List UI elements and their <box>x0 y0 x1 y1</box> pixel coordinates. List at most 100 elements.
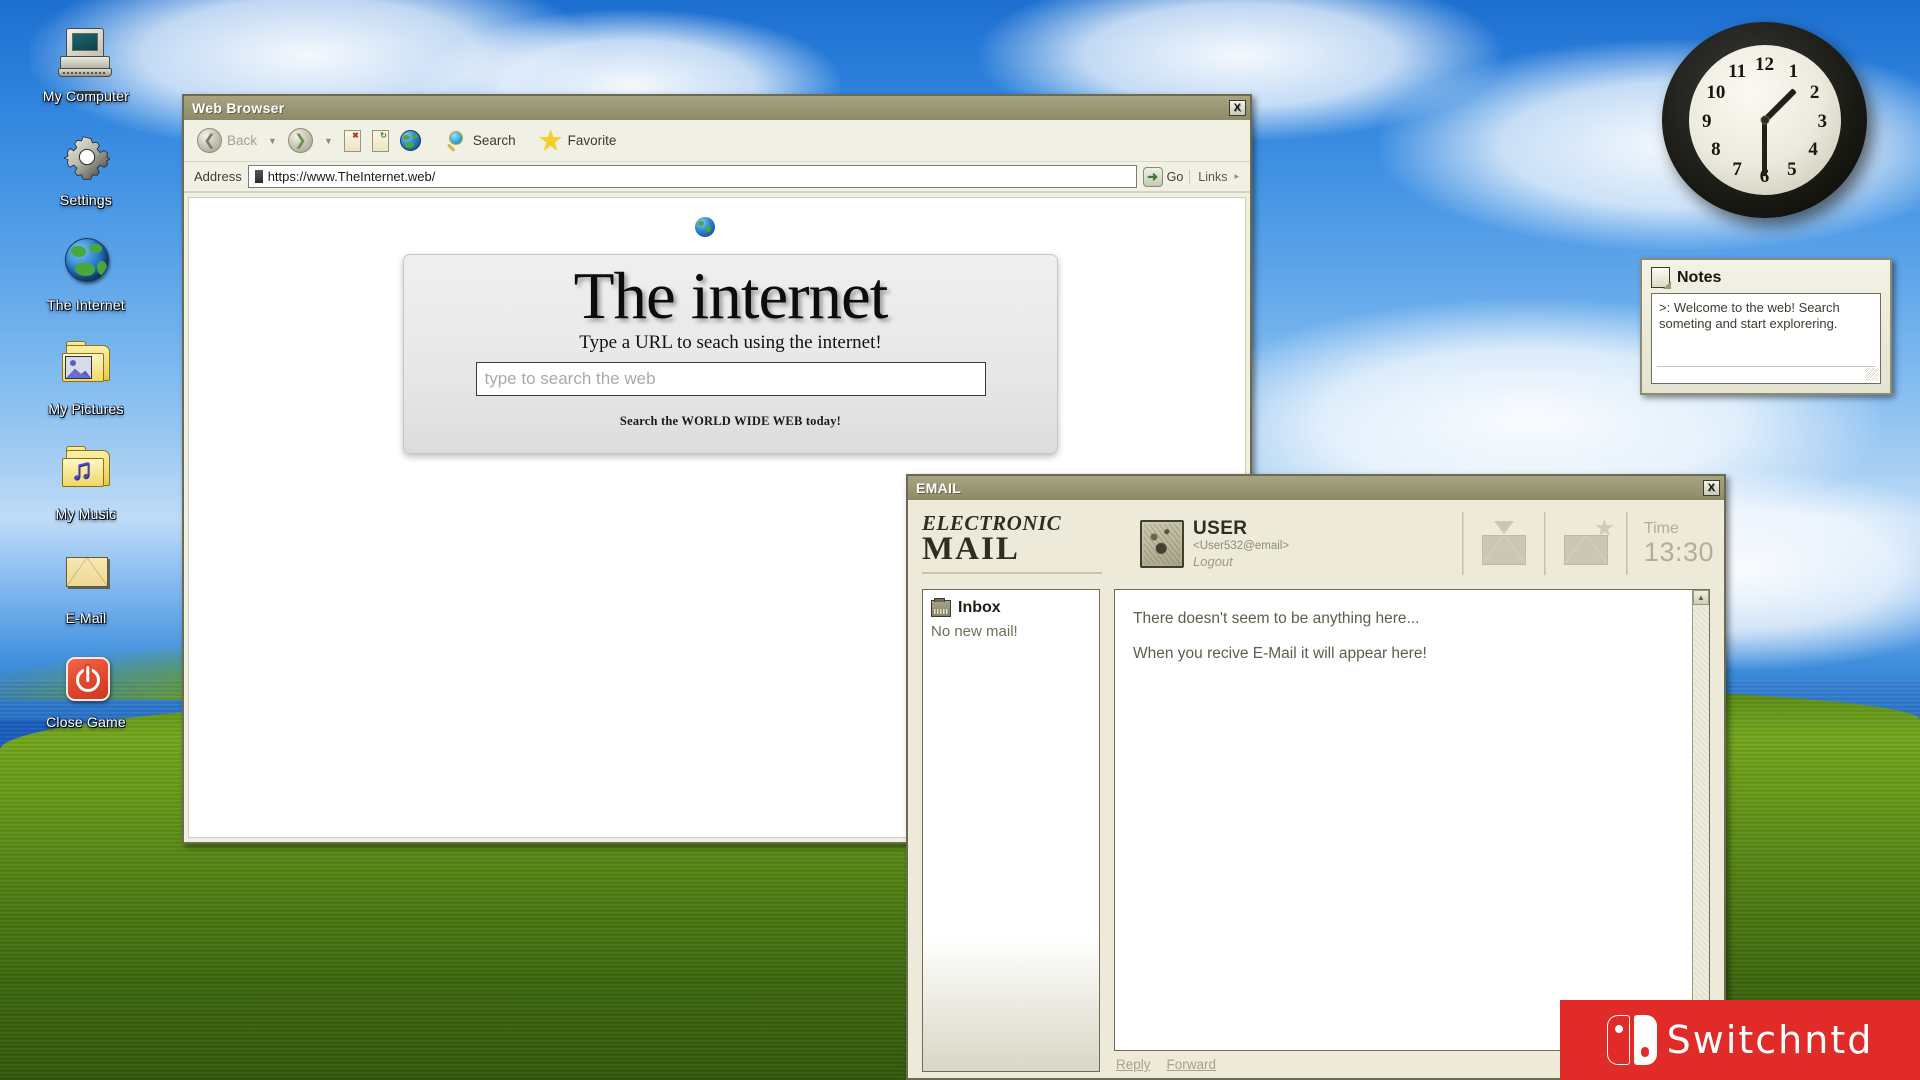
browser-titlebar[interactable]: Web Browser X <box>184 96 1250 120</box>
clock-number: 9 <box>1701 110 1712 132</box>
clock-number: 4 <box>1808 139 1818 160</box>
page-favicon-icon <box>254 170 263 183</box>
notes-textarea[interactable]: >: Welcome to the web! Search someting a… <box>1651 293 1881 384</box>
clock-number: 11 <box>1728 61 1747 82</box>
notes-widget[interactable]: Notes >: Welcome to the web! Search some… <box>1640 258 1892 395</box>
gear-icon <box>57 130 115 188</box>
email-brand: ELECTRONIC MAIL <box>922 506 1102 581</box>
email-reader: There doesn't seem to be anything here..… <box>1114 589 1710 1051</box>
computer-icon <box>57 26 115 94</box>
clock-face: 12 1 2 3 4 5 6 7 8 9 10 11 <box>1662 22 1867 218</box>
desktop-icon-label: My Music <box>55 505 117 522</box>
clock-number: 7 <box>1732 158 1742 180</box>
email-window[interactable]: EMAIL X ELECTRONIC MAIL USER <User532@em… <box>906 474 1726 1080</box>
address-input[interactable]: https://www.TheInternet.web/ <box>247 165 1137 188</box>
desktop-icon-label: Settings <box>59 192 113 209</box>
internet-subtitle: Type a URL to seach using the internet! <box>579 332 882 353</box>
internet-logo-the: The <box>573 259 676 333</box>
desktop-icon-my-computer[interactable]: My Computer <box>26 26 146 104</box>
scroll-up-icon[interactable]: ▲ <box>1693 590 1709 605</box>
inbox-header: Inbox <box>931 597 1091 617</box>
favorite-label: Favorite <box>567 133 617 148</box>
envelope-icon <box>1481 534 1526 565</box>
reader-line-1: There doesn't seem to be anything here..… <box>1133 610 1420 627</box>
email-brand-line2: MAIL <box>922 531 1020 568</box>
desktop-icon-the-internet[interactable]: The Internet <box>26 235 146 313</box>
home-button[interactable] <box>397 128 424 153</box>
time-label: Time <box>1643 519 1679 537</box>
address-value: https://www.TheInternet.web/ <box>267 169 436 184</box>
search-icon <box>446 130 468 152</box>
forward-button[interactable]: Forward <box>1167 1057 1217 1072</box>
receive-mail-button[interactable] <box>1478 520 1530 567</box>
notes-rule <box>1657 366 1875 367</box>
compose-mail-button[interactable] <box>1560 518 1614 567</box>
stop-page-icon: ✖ <box>343 129 361 152</box>
email-brand-rule <box>922 572 1102 574</box>
forward-arrow-icon: ❯ <box>287 128 313 153</box>
switch-logo-icon <box>1606 1015 1657 1065</box>
time-value: 13:30 <box>1643 536 1714 567</box>
logo-globe-icon <box>694 217 715 237</box>
inbox-title: Inbox <box>958 599 1001 616</box>
search-button[interactable]: Search <box>443 128 519 154</box>
internet-search-card: The internet Type a URL to seach using t… <box>403 217 1058 454</box>
clock-number: 8 <box>1711 139 1721 160</box>
desktop-icon-label: E-Mail <box>65 609 107 626</box>
forward-history-chevron-down-icon[interactable]: ▼ <box>324 136 333 146</box>
divider <box>1543 512 1546 575</box>
scrollbar-track[interactable] <box>1693 605 1709 1035</box>
email-reader-text: There doesn't seem to be anything here..… <box>1115 590 1692 1050</box>
email-time-block: Time 13:30 <box>1642 519 1714 567</box>
email-titlebar[interactable]: EMAIL X <box>908 476 1724 500</box>
clock-center-pin <box>1760 115 1769 125</box>
reader-line-2: When you recive E-Mail it will appear he… <box>1133 645 1427 662</box>
notes-title: Notes <box>1677 268 1722 286</box>
clock-minute-hand <box>1762 120 1767 176</box>
reply-button[interactable]: Reply <box>1116 1057 1151 1072</box>
go-arrow-icon: ➜ <box>1142 166 1163 187</box>
desktop-icon-my-music[interactable]: ♫ My Music <box>26 444 146 522</box>
links-button[interactable]: Links ▸ <box>1189 169 1242 184</box>
web-search-placeholder: type to search the web <box>484 369 656 388</box>
email-action-buttons: Time 13:30 <box>1448 506 1714 581</box>
reader-scrollbar[interactable]: ▲ ▼ <box>1692 590 1709 1050</box>
inbox-panel[interactable]: Inbox No new mail! <box>922 589 1100 1072</box>
resize-grip-icon[interactable] <box>1865 368 1878 381</box>
power-icon <box>57 652 115 710</box>
desktop-icon-email[interactable]: E-Mail <box>26 548 146 626</box>
inbox-tray-icon <box>931 597 951 617</box>
back-label: Back <box>227 133 258 148</box>
email-header: ELECTRONIC MAIL USER <User532@email> Log… <box>908 500 1724 585</box>
search-label: Search <box>472 133 516 148</box>
go-button[interactable]: ➜ Go <box>1142 166 1183 187</box>
address-label: Address <box>194 169 242 184</box>
browser-address-bar: Address https://www.TheInternet.web/ ➜ G… <box>184 162 1250 193</box>
links-chevron-right-icon[interactable]: ▸ <box>1234 171 1239 182</box>
user-address: <User532@email> <box>1193 540 1290 553</box>
clock-number: 2 <box>1809 82 1820 103</box>
back-history-chevron-down-icon[interactable]: ▼ <box>268 136 277 146</box>
internet-footer-text: Search the WORLD WIDE WEB today! <box>619 414 842 428</box>
desktop-icon-settings[interactable]: Settings <box>26 130 146 208</box>
forward-button[interactable]: ❯ <box>285 126 316 155</box>
notes-header: Notes <box>1651 267 1881 289</box>
stop-button[interactable]: ✖ <box>341 128 364 154</box>
internet-logo-internet: internet <box>690 259 889 333</box>
email-title: EMAIL <box>916 480 962 496</box>
internet-logo: The internet <box>573 217 888 333</box>
web-search-input[interactable]: type to search the web <box>475 362 986 396</box>
desktop-icon-my-pictures[interactable]: My Pictures <box>26 339 146 417</box>
close-icon[interactable]: X <box>1703 480 1720 496</box>
avatar <box>1140 519 1184 568</box>
close-icon[interactable]: X <box>1229 100 1246 116</box>
links-label: Links <box>1198 169 1228 184</box>
logout-link[interactable]: Logout <box>1193 554 1289 569</box>
back-arrow-icon: ❮ <box>197 128 222 153</box>
divider <box>1461 512 1464 575</box>
back-button[interactable]: ❮ Back <box>194 126 260 155</box>
favorite-button[interactable]: Favorite <box>536 127 620 155</box>
desktop-icon-close-game[interactable]: Close Game <box>26 652 146 730</box>
refresh-button[interactable]: ↻ <box>369 128 392 154</box>
music-folder-icon: ♫ <box>57 444 115 502</box>
